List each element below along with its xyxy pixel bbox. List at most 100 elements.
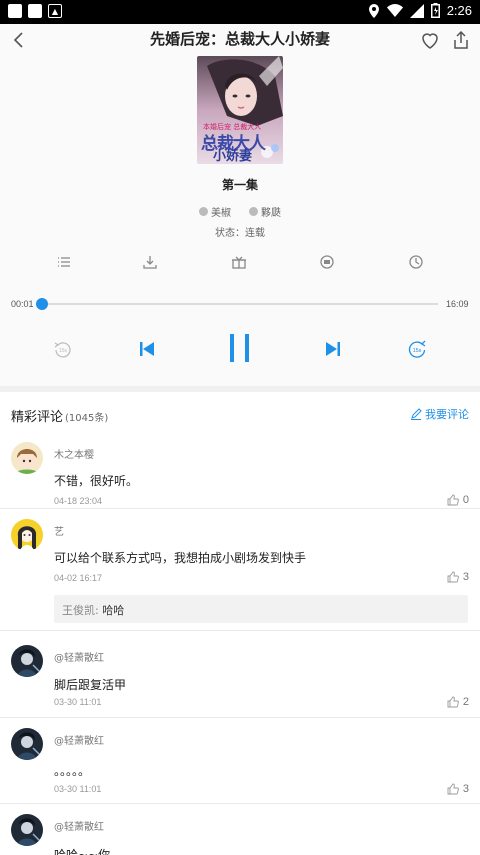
- seek-track[interactable]: [42, 303, 438, 305]
- avatar[interactable]: [11, 645, 43, 677]
- comments-count: (1045条): [65, 413, 109, 424]
- comment-text: 不错，很好听。: [54, 474, 139, 488]
- toolbar: [0, 254, 480, 274]
- comment-text: 哈哈~~你: [54, 848, 111, 855]
- like-count: 2: [462, 696, 469, 708]
- current-time: 00:01: [11, 299, 34, 309]
- player-controls: 15s 15s: [0, 332, 480, 366]
- comment-date: 03-30 11:01: [54, 784, 102, 794]
- comment-username[interactable]: 艺: [54, 523, 64, 538]
- download-button[interactable]: [142, 254, 158, 270]
- thumbs-up-icon: [447, 783, 459, 795]
- thumbs-up-icon: [447, 571, 459, 583]
- comments-title: 精彩评论 (1045条): [11, 406, 108, 425]
- total-time: 16:09: [446, 299, 469, 309]
- narrator[interactable]: 夥瓞: [249, 204, 281, 219]
- rewind-15-button[interactable]: 15s: [54, 340, 72, 362]
- progress-bar: 00:01 16:09: [0, 296, 480, 316]
- avatar[interactable]: [11, 728, 43, 760]
- next-button[interactable]: [324, 340, 342, 362]
- comments-title-text: 精彩评论: [11, 410, 64, 425]
- comment-text: 可以给个联系方式吗，我想拍成小剧场发到快手: [54, 551, 307, 565]
- gift-button[interactable]: [231, 254, 247, 270]
- timer-button[interactable]: [408, 254, 424, 270]
- avatar-image: [11, 645, 43, 677]
- notification-icons: ▲: [8, 4, 62, 18]
- reply-box[interactable]: 王俊凯: 哈哈: [54, 595, 468, 623]
- serial-state: 状态：连载: [215, 228, 265, 239]
- avatar[interactable]: [11, 814, 43, 846]
- notification-icon: [8, 4, 22, 18]
- author-name: 美椒: [211, 208, 231, 219]
- avatar[interactable]: [11, 519, 43, 551]
- comment-item: 木之本樱 不错，很好听。 04-18 23:04 0: [0, 432, 480, 509]
- microphone-icon: [249, 207, 258, 216]
- comment-date: 04-02 16:17: [54, 573, 103, 583]
- wifi-icon: [386, 4, 403, 17]
- like-count: 0: [462, 494, 469, 506]
- write-comment-label: 我要评论: [425, 408, 469, 421]
- list-icon: [58, 257, 70, 267]
- comment-date: 04-18 23:04: [54, 496, 103, 506]
- comment-username[interactable]: @轻萧散红: [54, 732, 104, 747]
- book-cover[interactable]: 本婚后宠 总裁大人 总裁大人 小娇妻: [197, 56, 283, 164]
- like-count: 3: [462, 571, 469, 583]
- comment-item: @轻萧散红 哈哈~~你: [0, 804, 480, 855]
- comment-item: @轻萧散红 。。。。。 03-30 11:01 3: [0, 718, 480, 804]
- seek-thumb[interactable]: [36, 298, 49, 310]
- comments-header: 精彩评论 (1045条) 我要评论: [0, 392, 480, 432]
- like-button[interactable]: 3: [447, 783, 469, 795]
- write-comment-button[interactable]: 我要评论: [410, 406, 469, 422]
- book-info: 本婚后宠 总裁大人 总裁大人 小娇妻 第一集 美椒 夥瓞 状态：连载 00:01…: [0, 56, 480, 386]
- playback-speed-icon: [320, 255, 334, 269]
- fast-forward-icon: 15s: [408, 340, 426, 358]
- cover-title-2: 小娇妻: [213, 149, 253, 164]
- user-icon: [199, 207, 208, 216]
- comment-text: 。。。。。: [54, 764, 91, 778]
- thumbs-up-icon: [447, 696, 459, 708]
- download-icon: [143, 256, 157, 269]
- avatar-image: [11, 519, 43, 551]
- comment-text: 脚后跟复活甲: [54, 678, 127, 692]
- status-time: 2:26: [446, 3, 472, 18]
- favorite-button[interactable]: [418, 28, 442, 52]
- comment-item: 艺 可以给个联系方式吗，我想拍成小剧场发到快手 04-02 16:17 3 王俊…: [0, 509, 480, 631]
- chevron-left-icon: [13, 32, 23, 48]
- heart-icon: [422, 33, 438, 49]
- comment-username[interactable]: 木之本樱: [54, 446, 94, 461]
- pause-button[interactable]: [227, 332, 253, 368]
- narrator-name: 夥瓞: [261, 208, 281, 219]
- signal-icon: [409, 3, 424, 18]
- like-button[interactable]: 3: [447, 571, 469, 583]
- rewind-icon: 15s: [54, 342, 71, 358]
- like-count: 3: [462, 783, 469, 795]
- speed-button[interactable]: [319, 254, 335, 270]
- comment-username[interactable]: @轻萧散红: [54, 818, 104, 833]
- location-icon: [368, 3, 380, 18]
- thumbs-up-icon: [447, 494, 459, 506]
- credits: 美椒 夥瓞: [0, 204, 480, 219]
- like-button[interactable]: 2: [447, 696, 469, 708]
- notification-icon: [28, 4, 42, 18]
- reply-text: 哈哈: [102, 604, 125, 617]
- share-button[interactable]: [449, 28, 473, 52]
- author[interactable]: 美椒: [199, 204, 231, 219]
- battery-icon: [430, 3, 440, 18]
- clock-icon: [409, 255, 423, 269]
- back-button[interactable]: [8, 26, 32, 54]
- photo-notification-icon: ▲: [48, 4, 62, 18]
- avatar-image: [11, 728, 43, 760]
- playlist-button[interactable]: [56, 254, 72, 270]
- forward-15-button[interactable]: 15s: [407, 339, 427, 363]
- forward-label: 15s: [413, 348, 422, 354]
- page-title: 先婚后宠：总裁大人小娇妻: [149, 30, 330, 48]
- rewind-label: 15s: [59, 348, 68, 354]
- app-header: 先婚后宠：总裁大人小娇妻: [0, 24, 480, 56]
- skip-next-icon: [326, 342, 340, 356]
- like-button[interactable]: 0: [447, 494, 469, 506]
- comment-username[interactable]: @轻萧散红: [54, 649, 104, 664]
- share-icon: [454, 30, 468, 49]
- previous-button[interactable]: [138, 340, 156, 362]
- avatar[interactable]: [11, 442, 43, 474]
- reply-username[interactable]: 王俊凯:: [62, 604, 102, 617]
